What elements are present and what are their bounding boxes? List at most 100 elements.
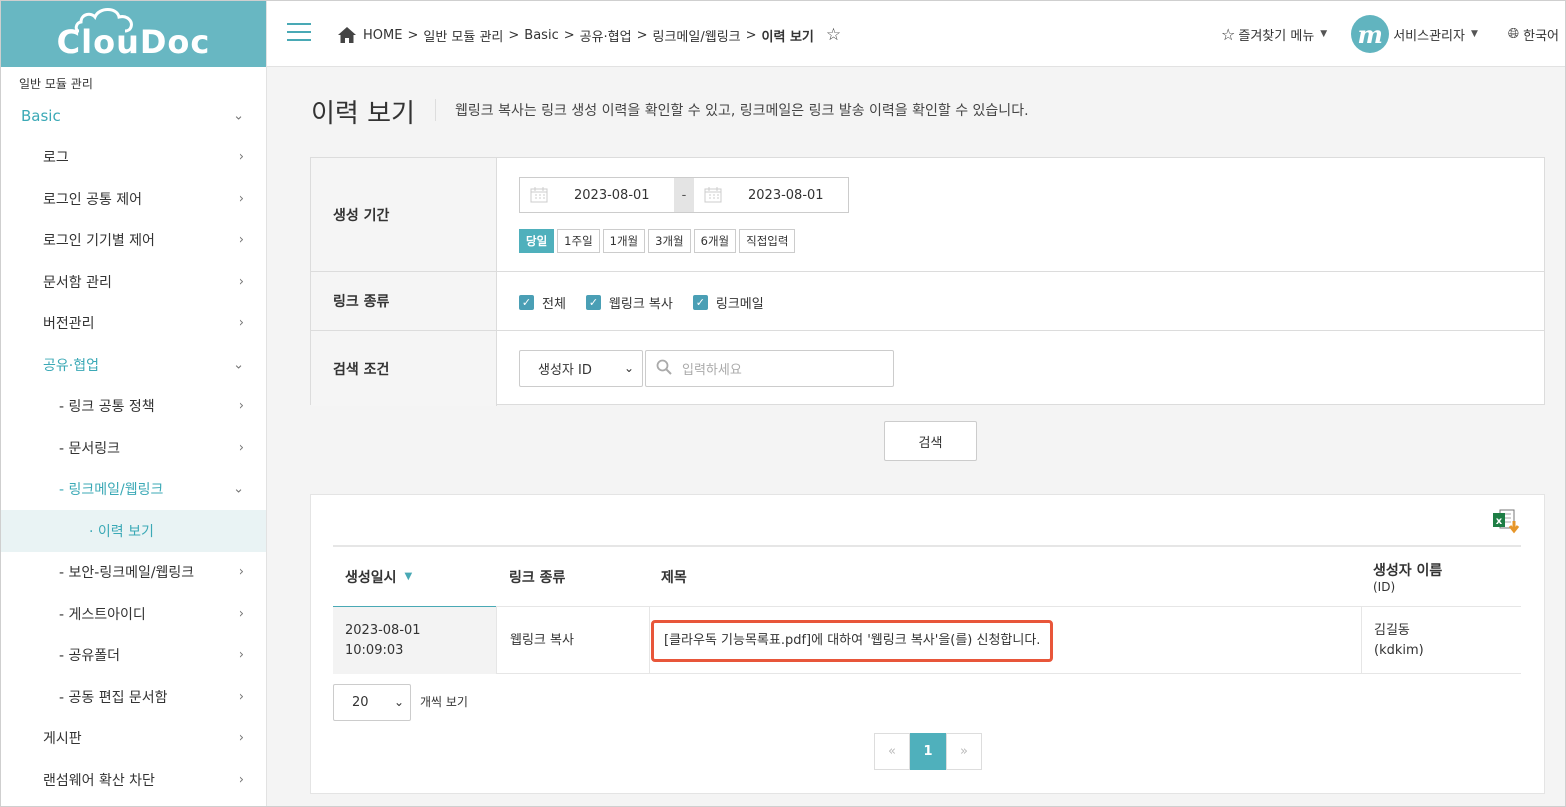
chevron-down-icon: ⌄ — [393, 695, 404, 709]
check-icon: ✓ — [519, 295, 534, 310]
pagination: « 1 » — [874, 733, 982, 770]
sidebar-item-doclink[interactable]: - 문서링크 › — [1, 427, 266, 469]
language-selector[interactable]: 🌐︎ 한국어 — [1508, 25, 1559, 44]
highlighted-title[interactable]: [클라우독 기능목록표.pdf]에 대하여 '웹링크 복사'을(를) 신청합니다… — [651, 619, 1054, 662]
range-custom-button[interactable]: 직접입력 — [739, 229, 796, 253]
range-6month-button[interactable]: 6개월 — [693, 229, 737, 253]
sidebar-item-label: 로그 — [43, 150, 69, 167]
caret-down-icon: ▼ — [1470, 29, 1478, 39]
prev-page-button[interactable]: « — [874, 733, 910, 770]
range-1week-button[interactable]: 1주일 — [557, 229, 600, 253]
sidebar-item-label: 로그인 공통 제어 — [43, 191, 143, 208]
chevron-right-icon: › — [238, 606, 244, 622]
chevron-right-icon: › — [238, 730, 244, 746]
breadcrumb-separator: > — [745, 27, 757, 43]
calendar-icon — [530, 187, 548, 203]
sidebar-item-basic[interactable]: Basic ⌄ — [1, 95, 266, 137]
favorites-label: 즐겨찾기 메뉴 — [1238, 28, 1315, 44]
globe-icon: 🌐︎ — [1507, 26, 1520, 42]
app-frame: ClouDoc 일반 모듈 관리 Basic ⌄ 로그 › 로그인 공통 제어 … — [0, 0, 1566, 807]
language-label: 한국어 — [1523, 28, 1559, 44]
logo[interactable]: ClouDoc — [1, 1, 266, 67]
sidebar-item-secure-linkmail[interactable]: - 보안-링크메일/웹링크 › — [1, 552, 266, 594]
next-page-button[interactable]: » — [946, 733, 982, 770]
sidebar-item-board[interactable]: 게시판 › — [1, 718, 266, 760]
history-table: 생성일시 ▼ 링크 종류 제목 생성자 이름 (ID) 2023-08-01 1… — [333, 545, 1521, 674]
chevron-down-icon: ⌄ — [233, 108, 244, 124]
filter-body: ✓ 전체 ✓ 웹링크 복사 ✓ 링크메일 — [497, 272, 1544, 330]
filter-row-condition: 검색 조건 생성자 ID ⌄ 입력하세요 — [311, 331, 1544, 406]
chevron-right-icon: › — [238, 149, 244, 165]
chevron-right-icon: › — [238, 772, 244, 788]
sidebar-item-version[interactable]: 버전관리 › — [1, 303, 266, 345]
date-from-field[interactable]: 2023-08-01 — [520, 178, 674, 212]
breadcrumb-home[interactable]: HOME — [363, 28, 402, 43]
column-label: 생성일시 — [345, 569, 397, 586]
page-title: 이력 보기 — [311, 99, 415, 129]
caret-down-icon: ▼ — [1320, 29, 1328, 39]
sidebar-item-login-device[interactable]: 로그인 기기별 제어 › — [1, 220, 266, 262]
breadcrumb: HOME > 일반 모듈 관리 > Basic > 공유·협업 > 링크메일/웹… — [337, 25, 841, 45]
page-button-current[interactable]: 1 — [910, 733, 946, 770]
menu-icon[interactable] — [287, 23, 311, 41]
condition-select[interactable]: 생성자 ID ⌄ — [519, 350, 643, 387]
range-3month-button[interactable]: 3개월 — [648, 229, 691, 253]
sidebar-item-share[interactable]: 공유·협업 ⌄ — [1, 344, 266, 386]
breadcrumb-item[interactable]: Basic — [524, 28, 558, 43]
page-size-label: 개씩 보기 — [420, 695, 468, 709]
checkbox-label: 전체 — [542, 297, 566, 312]
range-today-button[interactable]: 당일 — [519, 229, 555, 253]
chevron-down-icon: ⌄ — [623, 361, 634, 375]
breadcrumb-current: 이력 보기 — [761, 29, 814, 45]
breadcrumb-separator: > — [636, 27, 648, 43]
cell-type: 웹링크 복사 — [496, 607, 649, 674]
checkbox-weblink[interactable]: ✓ 웹링크 복사 — [585, 293, 673, 312]
sidebar-item-linkmail[interactable]: - 링크메일/웹링크 ⌄ — [1, 469, 266, 511]
search-input[interactable]: 입력하세요 — [645, 350, 894, 387]
filter-body: 생성자 ID ⌄ 입력하세요 — [497, 331, 1544, 406]
sidebar-item-label: - 링크메일/웹링크 — [59, 482, 164, 499]
cell-time: 10:09:03 — [345, 642, 404, 658]
sidebar-item-link-policy[interactable]: - 링크 공통 정책 › — [1, 386, 266, 428]
column-label: 생성자 이름 — [1373, 563, 1443, 579]
chevron-right-icon: › — [238, 398, 244, 414]
search-button[interactable]: 검색 — [884, 421, 977, 461]
filter-label: 검색 조건 — [311, 331, 497, 406]
chevron-right-icon: › — [238, 440, 244, 456]
sidebar-item-label: 게시판 — [43, 731, 82, 748]
breadcrumb-item[interactable]: 일반 모듈 관리 — [423, 26, 503, 45]
breadcrumb-item[interactable]: 공유·협업 — [580, 26, 632, 45]
sidebar-item-ransomware[interactable]: 랜섬웨어 확산 차단 › — [1, 759, 266, 801]
page-size-select[interactable]: 20 ⌄ — [333, 684, 411, 721]
favorites-menu[interactable]: ☆ 즐겨찾기 메뉴 ▼ — [1221, 25, 1327, 44]
user-menu[interactable]: m 서비스관리자 ▼ — [1351, 15, 1478, 53]
sidebar-item-log[interactable]: 로그 › — [1, 137, 266, 179]
filter-row-period: 생성 기간 2023-08-01 - 2023-08-01 당일 1주일 1개월… — [311, 158, 1544, 272]
sidebar-item-shared-folder[interactable]: - 공유폴더 › — [1, 635, 266, 677]
cell-creator-name: 김길동 — [1374, 622, 1410, 638]
column-sublabel: (ID) — [1373, 580, 1396, 594]
search-icon — [656, 359, 672, 379]
star-outline-icon[interactable]: ☆ — [826, 25, 841, 45]
column-created[interactable]: 생성일시 ▼ — [333, 547, 496, 608]
sidebar-item-guest-id[interactable]: - 게스트아이디 › — [1, 593, 266, 635]
table-row[interactable]: 2023-08-01 10:09:03 웹링크 복사 [클라우독 기능목록표.p… — [333, 607, 1521, 674]
excel-download-icon[interactable]: x — [1492, 509, 1522, 535]
sidebar-item-login-common[interactable]: 로그인 공통 제어 › — [1, 178, 266, 220]
sidebar-item-history[interactable]: · 이력 보기 — [1, 510, 266, 552]
home-icon[interactable] — [337, 26, 357, 44]
checkbox-linkmail[interactable]: ✓ 링크메일 — [692, 293, 764, 312]
breadcrumb-item[interactable]: 링크메일/웹링크 — [653, 26, 741, 45]
date-to-field[interactable]: 2023-08-01 — [694, 178, 848, 212]
sidebar-item-co-edit[interactable]: - 공동 편집 문서함 › — [1, 676, 266, 718]
sidebar-item-docbox[interactable]: 문서함 관리 › — [1, 261, 266, 303]
breadcrumb-separator: > — [508, 27, 520, 43]
chevron-right-icon: › — [238, 232, 244, 248]
chevron-right-icon: › — [238, 274, 244, 290]
filter-body: 2023-08-01 - 2023-08-01 당일 1주일 1개월 3개월 6… — [497, 158, 1544, 271]
sidebar-item-label: - 문서링크 — [59, 440, 121, 457]
range-1month-button[interactable]: 1개월 — [602, 229, 646, 253]
sidebar-item-label: 랜섬웨어 확산 차단 — [43, 772, 155, 789]
checkbox-label: 웹링크 복사 — [608, 297, 673, 312]
checkbox-all[interactable]: ✓ 전체 — [519, 293, 566, 312]
